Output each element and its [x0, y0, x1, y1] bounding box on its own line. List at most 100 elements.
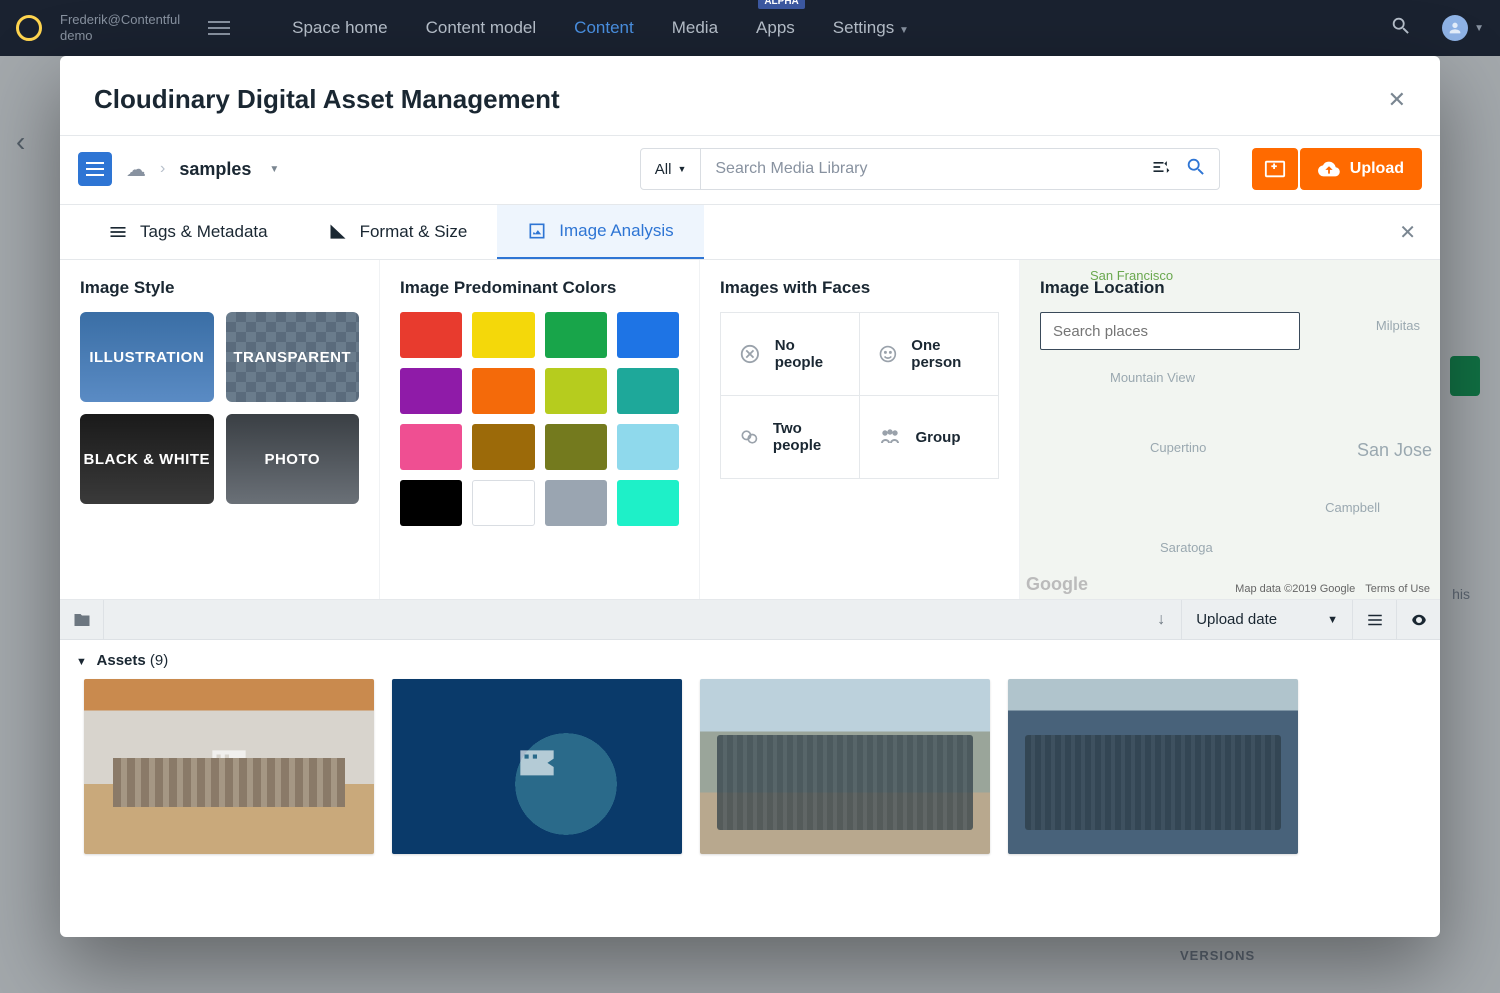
advanced-filters-icon[interactable] [1151, 157, 1171, 182]
close-icon[interactable]: ✕ [1388, 87, 1406, 113]
chevron-down-icon: ▼ [269, 164, 279, 175]
sort-direction-icon[interactable]: ↓ [1141, 611, 1181, 629]
style-black-white[interactable]: BLACK & WHITE [80, 414, 214, 504]
panel-colors: Image Predominant Colors [380, 260, 700, 599]
tab-image-analysis[interactable]: Image Analysis [497, 205, 703, 259]
nav-apps[interactable]: Apps ALPHA [756, 12, 795, 44]
asset-thumb[interactable] [1008, 679, 1298, 854]
upload-label: Upload [1350, 160, 1404, 178]
search-scope-label: All [655, 161, 672, 178]
style-transparent[interactable]: TRANSPARENT [226, 312, 360, 402]
chevron-right-icon: › [160, 160, 165, 178]
nav-settings[interactable]: Settings ▼ [833, 12, 909, 44]
tab-label: Format & Size [360, 222, 468, 242]
panel-heading: Image Style [80, 278, 359, 298]
video-icon [392, 679, 682, 854]
color-swatch[interactable] [545, 368, 607, 414]
color-swatch[interactable] [617, 312, 679, 358]
faces-no-people[interactable]: No people [721, 313, 860, 396]
list-view-icon[interactable] [1352, 600, 1396, 639]
upload-button[interactable]: Upload [1300, 148, 1422, 190]
color-swatch[interactable] [617, 424, 679, 470]
chevron-down-icon: ▼ [899, 25, 909, 36]
chevron-down-icon: ▼ [1327, 614, 1338, 626]
tab-tags-metadata[interactable]: Tags & Metadata [78, 206, 298, 258]
map-terms-link[interactable]: Terms of Use [1365, 583, 1430, 595]
map-city: San Jose [1357, 440, 1432, 461]
color-swatch[interactable] [617, 368, 679, 414]
panel-image-style: Image Style ILLUSTRATION TRANSPARENT BLA… [60, 260, 380, 599]
analysis-panels: Image Style ILLUSTRATION TRANSPARENT BLA… [60, 260, 1440, 600]
filter-tabs: Tags & Metadata Format & Size Image Anal… [60, 205, 1440, 260]
map-city: Mountain View [1110, 370, 1195, 385]
map-city: Campbell [1325, 500, 1380, 515]
nav-apps-label: Apps [756, 18, 795, 37]
breadcrumb-folder: samples [179, 159, 251, 180]
folder-icon[interactable] [60, 600, 104, 639]
map-attribution: Map data ©2019 Google [1235, 583, 1355, 595]
tab-format-size[interactable]: Format & Size [298, 206, 498, 258]
top-nav: Space home Content model Content Media A… [292, 12, 909, 44]
panel-heading: Image Location [1040, 278, 1440, 298]
chevron-down-icon: ▼ [677, 164, 686, 174]
space-name: demo [60, 28, 180, 44]
map-city: Saratoga [1160, 540, 1213, 555]
library-menu-button[interactable] [78, 152, 112, 186]
asset-thumb[interactable] [392, 679, 682, 854]
style-label: TRANSPARENT [233, 349, 351, 366]
color-swatch[interactable] [472, 424, 534, 470]
color-swatch[interactable] [472, 480, 534, 526]
search-bar: All ▼ [640, 148, 1220, 190]
nav-settings-label: Settings [833, 18, 894, 37]
sort-label: Upload date [1196, 611, 1277, 628]
insert-assets-button[interactable] [1252, 148, 1298, 190]
assets-heading[interactable]: ▼ Assets (9) [60, 640, 1440, 679]
color-swatch[interactable] [400, 480, 462, 526]
map-background[interactable]: San Francisco Palo Alto Mountain View Cu… [1020, 260, 1440, 599]
search-places-input[interactable] [1040, 312, 1300, 350]
contentful-topbar: Frederik@Contentful demo Space home Cont… [0, 0, 1500, 56]
breadcrumb[interactable]: ☁ › samples ▼ [126, 157, 279, 182]
style-label: BLACK & WHITE [84, 451, 211, 468]
faces-group[interactable]: Group [860, 396, 999, 478]
map-city: Milpitas [1376, 318, 1420, 333]
color-swatch[interactable] [400, 424, 462, 470]
color-swatch[interactable] [472, 312, 534, 358]
face-label: Group [916, 429, 961, 446]
search-input[interactable] [701, 149, 1138, 189]
color-swatch[interactable] [545, 480, 607, 526]
style-illustration[interactable]: ILLUSTRATION [80, 312, 214, 402]
space-label[interactable]: Frederik@Contentful demo [60, 12, 180, 45]
asset-thumb[interactable] [84, 679, 374, 854]
search-icon[interactable] [1390, 15, 1412, 41]
color-swatch[interactable] [400, 368, 462, 414]
color-swatch[interactable] [545, 424, 607, 470]
disclosure-triangle-icon: ▼ [76, 656, 87, 668]
color-swatch[interactable] [545, 312, 607, 358]
tab-label: Tags & Metadata [140, 222, 268, 242]
profile-menu[interactable]: ▼ [1442, 15, 1484, 41]
style-label: PHOTO [264, 451, 320, 468]
user-line: Frederik@Contentful [60, 12, 180, 28]
face-label: No people [775, 337, 841, 371]
nav-content[interactable]: Content [574, 12, 634, 44]
assets-grid [60, 679, 1440, 878]
faces-two-people[interactable]: Two people [721, 396, 860, 478]
assets-label: Assets [97, 652, 146, 669]
nav-content-model[interactable]: Content model [426, 12, 537, 44]
faces-one-person[interactable]: One person [860, 313, 999, 396]
search-scope-dropdown[interactable]: All ▼ [641, 149, 702, 189]
nav-space-home[interactable]: Space home [292, 12, 387, 44]
hamburger-icon[interactable] [208, 21, 230, 35]
search-icon[interactable] [1185, 156, 1207, 183]
color-swatch[interactable] [617, 480, 679, 526]
style-photo[interactable]: PHOTO [226, 414, 360, 504]
close-filters-icon[interactable]: ✕ [1399, 220, 1422, 245]
asset-thumb[interactable] [700, 679, 990, 854]
sort-dropdown[interactable]: Upload date ▼ [1181, 600, 1352, 639]
color-swatch[interactable] [400, 312, 462, 358]
color-swatch[interactable] [472, 368, 534, 414]
preview-toggle-icon[interactable] [1396, 600, 1440, 639]
media-toolbar: ☁ › samples ▼ All ▼ [60, 136, 1440, 205]
nav-media[interactable]: Media [672, 12, 718, 44]
